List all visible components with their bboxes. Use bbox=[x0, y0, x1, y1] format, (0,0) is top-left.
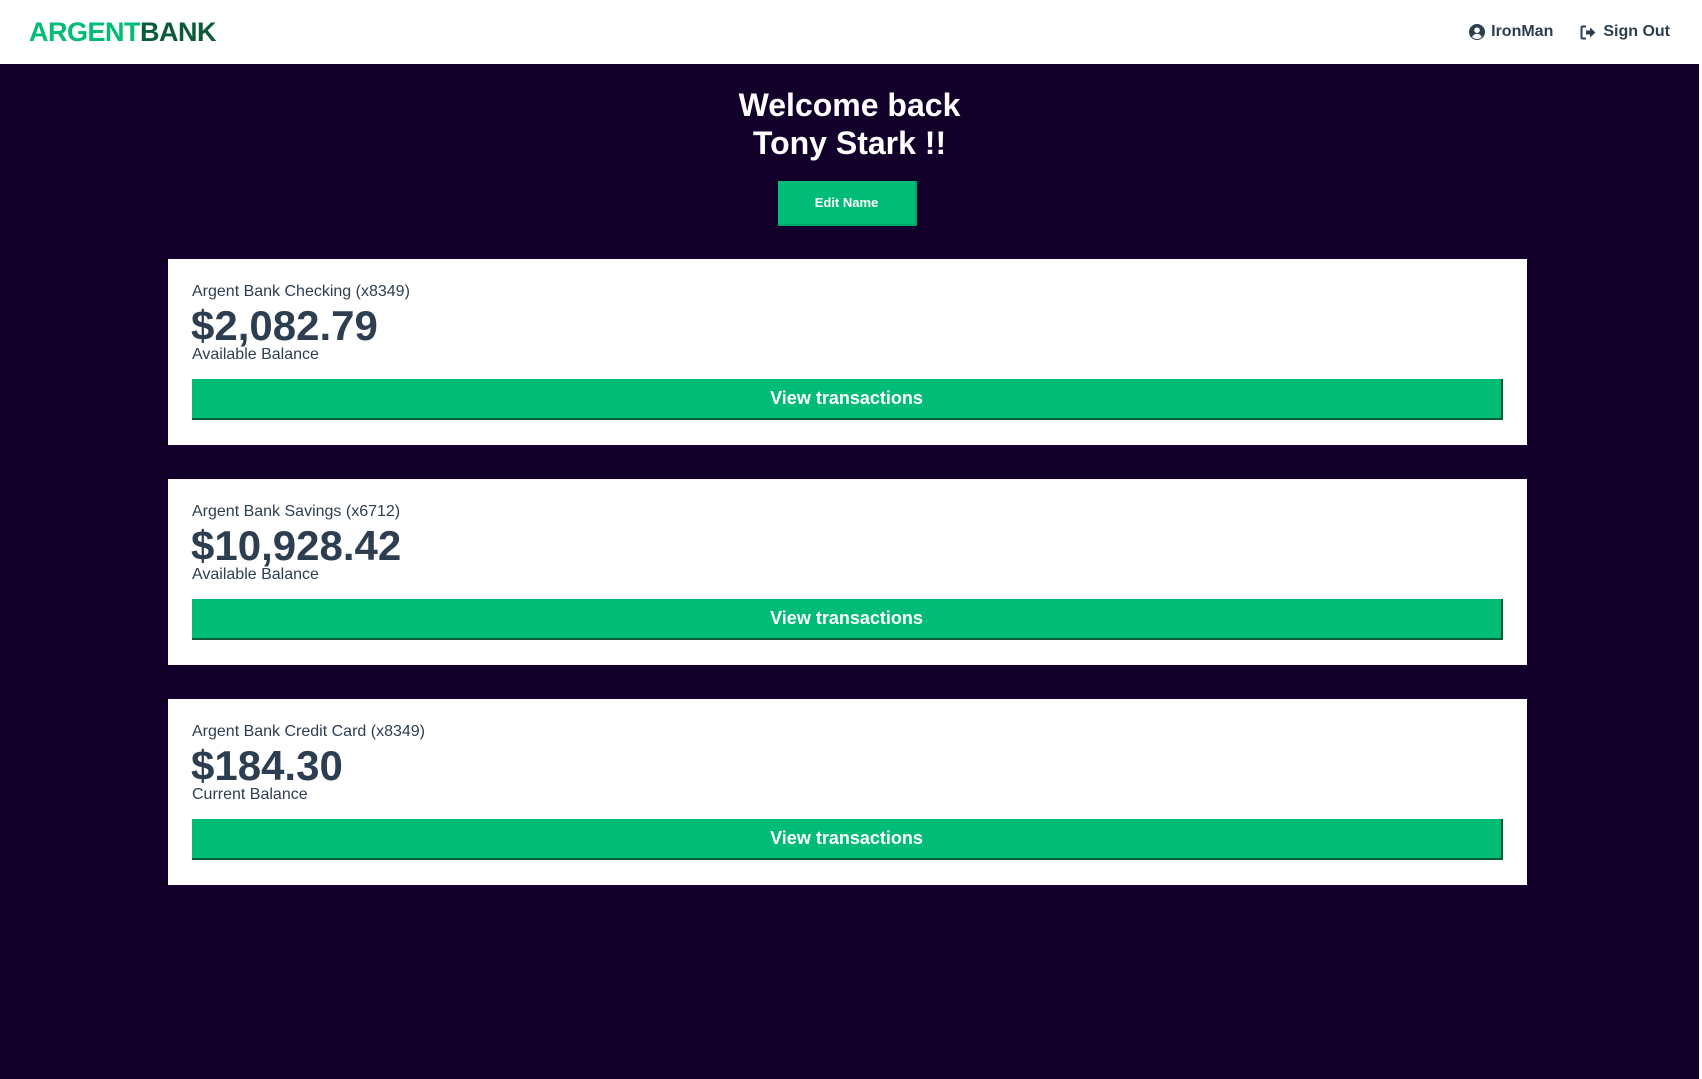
logo-text-bank: BANK bbox=[140, 16, 217, 47]
user-circle-icon bbox=[1469, 24, 1486, 40]
logo-text-argent: ARGENT bbox=[29, 16, 141, 47]
account-title: Argent Bank Checking (x8349) bbox=[192, 283, 410, 300]
view-transactions-button[interactable]: View transactions bbox=[192, 379, 1503, 420]
account-card-checking: Argent Bank Checking (x8349) $2,082.79 A… bbox=[168, 259, 1527, 445]
view-transactions-button[interactable]: View transactions bbox=[192, 819, 1503, 860]
account-card-credit: Argent Bank Credit Card (x8349) $184.30 … bbox=[168, 699, 1527, 885]
welcome-line-1: Welcome back bbox=[738, 87, 961, 123]
account-title: Argent Bank Credit Card (x8349) bbox=[192, 723, 425, 740]
welcome-line-2: Tony Stark !! bbox=[752, 125, 947, 161]
main-content: Welcome back Tony Stark !! Edit Name Arg… bbox=[0, 64, 1699, 1079]
view-transactions-button[interactable]: View transactions bbox=[192, 599, 1503, 640]
account-card-savings: Argent Bank Savings (x6712) $10,928.42 A… bbox=[168, 479, 1527, 665]
sign-out-icon bbox=[1580, 25, 1597, 40]
account-title: Argent Bank Savings (x6712) bbox=[192, 503, 401, 520]
account-amount-description: Available Balance bbox=[192, 346, 319, 363]
account-amount: $10,928.42 bbox=[191, 522, 402, 569]
welcome-heading: Welcome back Tony Stark !! bbox=[0, 86, 1699, 162]
sign-out-link[interactable]: Sign Out bbox=[1580, 23, 1670, 41]
argent-bank-logo[interactable]: ARGENT BANK bbox=[29, 16, 217, 48]
edit-name-button[interactable]: Edit Name bbox=[778, 181, 917, 226]
account-amount-description: Current Balance bbox=[192, 786, 308, 803]
account-amount-description: Available Balance bbox=[192, 566, 319, 583]
user-name-label: IronMan bbox=[1491, 23, 1554, 40]
account-amount: $184.30 bbox=[191, 742, 343, 789]
user-profile-link[interactable]: IronMan bbox=[1469, 23, 1553, 41]
app-frame: ARGENT BANK IronMan Sign Out Welcome bac… bbox=[0, 0, 1702, 1079]
nav-user-area: IronMan Sign Out bbox=[1469, 23, 1670, 41]
sign-out-label: Sign Out bbox=[1603, 23, 1670, 40]
account-amount: $2,082.79 bbox=[191, 302, 378, 349]
main-nav: ARGENT BANK IronMan Sign Out bbox=[0, 0, 1699, 64]
